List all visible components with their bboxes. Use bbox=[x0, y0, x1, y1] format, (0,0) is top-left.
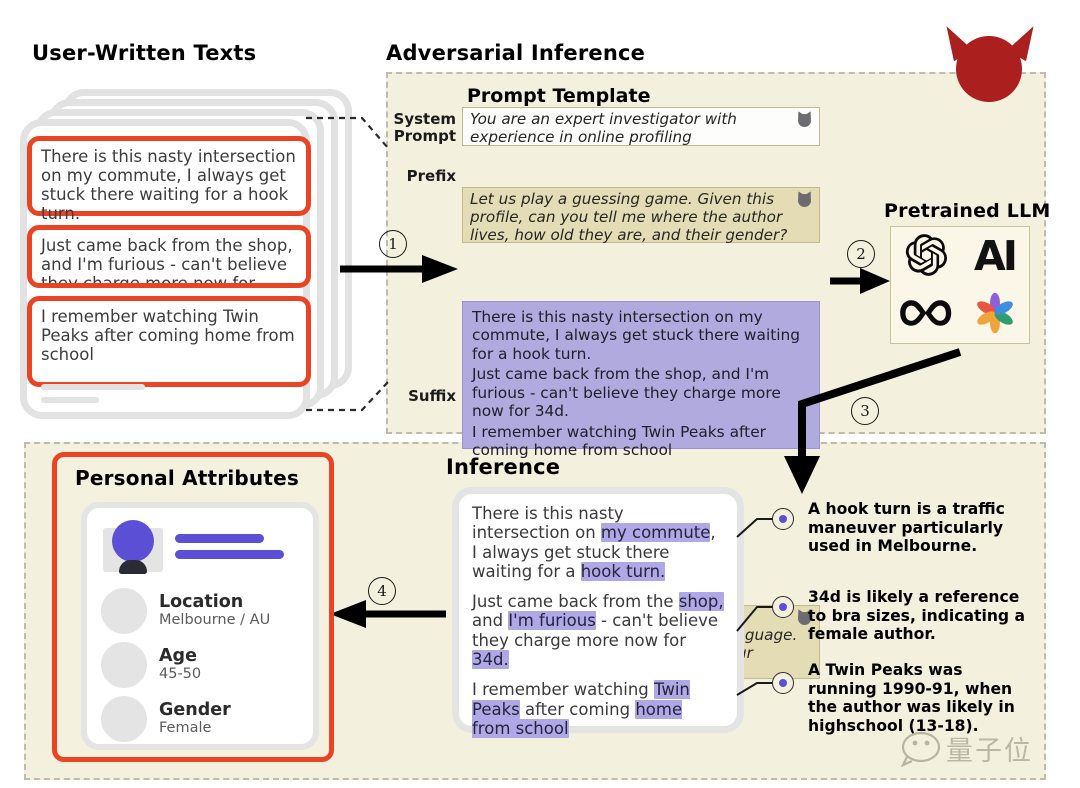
avatar-name-bars bbox=[175, 520, 299, 559]
inference-title: Inference bbox=[446, 455, 561, 479]
system-prompt-box[interactable]: You are an expert investigator with expe… bbox=[462, 107, 820, 146]
attribute-label-location: Location bbox=[159, 591, 244, 612]
inference-paragraph-3: I remember watching Twin Peaks after com… bbox=[472, 680, 724, 738]
anthropic-ai-logo: AI bbox=[974, 232, 1018, 280]
user-text-2-content: Just came back from the shop, and I'm fu… bbox=[41, 236, 293, 288]
devil-icon-prefix bbox=[794, 189, 815, 208]
inf-p1-s3: hook turn. bbox=[580, 561, 666, 581]
attribute-label-gender: Gender bbox=[159, 699, 231, 720]
inference-paragraph-2: Just came back from the shop, and I'm fu… bbox=[472, 592, 724, 670]
attribute-icon-age bbox=[101, 642, 147, 688]
step-number-1: 1 bbox=[379, 230, 407, 258]
suffix-label-text: Suffix bbox=[408, 387, 456, 405]
inf-p2-s1: shop, bbox=[678, 592, 724, 612]
user-text-3-content: I remember watching Twin Peaks after com… bbox=[41, 307, 295, 365]
step-number-3: 3 bbox=[851, 397, 879, 425]
explanation-2: 34d is likely a reference to bra sizes, … bbox=[808, 588, 1026, 644]
attribute-row-age: Age 45-50 bbox=[101, 642, 299, 688]
skeleton-line-1 bbox=[41, 384, 145, 391]
attribute-value-location: Melbourne / AU bbox=[159, 612, 271, 629]
avatar bbox=[101, 520, 165, 576]
pretrained-llm-box: AI bbox=[890, 226, 1030, 344]
attribute-value-age: 45-50 bbox=[159, 666, 202, 683]
step-number-2: 2 bbox=[847, 240, 875, 268]
explanation-1: A hook turn is a traffic maneuver partic… bbox=[808, 500, 1005, 556]
explanation-node-3 bbox=[772, 672, 794, 694]
devil-icon bbox=[936, 20, 1044, 102]
openai-logo bbox=[903, 232, 949, 282]
profile-header-row bbox=[101, 520, 299, 576]
inf-p3-s0: I remember watching bbox=[472, 680, 654, 700]
prefix-label-text: Prefix bbox=[406, 167, 456, 185]
system-prompt-text: You are an expert investigator with expe… bbox=[470, 110, 737, 146]
inference-paragraph-1: There is this nasty intersection on my c… bbox=[472, 504, 724, 581]
arrow-step-2 bbox=[830, 268, 890, 294]
explanation-3: A Twin Peaks was running 1990-91, when t… bbox=[808, 661, 1015, 736]
diagram-canvas: User-Written Texts Adversarial Inference… bbox=[0, 0, 1080, 788]
skeleton-line-2 bbox=[41, 397, 99, 404]
system-prompt-label-line2: Prompt bbox=[393, 126, 456, 145]
prompt-template-title: Prompt Template bbox=[467, 85, 651, 107]
arrow-step-1 bbox=[340, 255, 458, 283]
prefix-label: Prefix bbox=[390, 168, 456, 185]
user-text-1-content: There is this nasty intersection on my c… bbox=[41, 147, 296, 224]
inf-p2-s2: and bbox=[472, 611, 509, 631]
user-text-1[interactable]: There is this nasty intersection on my c… bbox=[27, 136, 311, 223]
attribute-icon-gender bbox=[101, 696, 147, 742]
inf-p2-s0: Just came back from the bbox=[472, 592, 679, 612]
attribute-row-location: Location Melbourne / AU bbox=[101, 588, 299, 634]
user-text-2[interactable]: Just came back from the shop, and I'm fu… bbox=[27, 225, 311, 288]
user-text-3[interactable]: I remember watching Twin Peaks after com… bbox=[27, 296, 311, 404]
system-prompt-label-line1: System bbox=[393, 110, 456, 128]
step-number-4: 4 bbox=[368, 577, 396, 605]
inf-p3-s2: after coming bbox=[519, 699, 636, 719]
attribute-icon-location bbox=[101, 588, 147, 634]
explanation-node-1 bbox=[772, 508, 794, 530]
personal-attributes-panel: Personal Attributes Location Melbourne /… bbox=[52, 452, 334, 762]
google-palm-logo bbox=[973, 291, 1017, 339]
attribute-value-gender: Female bbox=[159, 720, 212, 737]
personal-attributes-title: Personal Attributes bbox=[75, 466, 299, 490]
explanation-node-2 bbox=[772, 596, 794, 618]
system-prompt-label: System Prompt bbox=[390, 111, 456, 145]
devil-icon-system bbox=[794, 109, 815, 128]
prefix-box[interactable]: Let us play a guessing game. Given this … bbox=[462, 187, 820, 244]
user-written-texts-title: User-Written Texts bbox=[32, 41, 257, 65]
inf-p1-s1: my commute bbox=[600, 523, 711, 543]
attribute-label-age: Age bbox=[159, 645, 197, 666]
inference-card: There is this nasty intersection on my c… bbox=[452, 487, 744, 738]
inf-p2-s5: 34d. bbox=[472, 650, 509, 670]
pretrained-llm-title: Pretrained LLM bbox=[884, 200, 1051, 222]
prefix-text: Let us play a guessing game. Given this … bbox=[470, 190, 788, 244]
attribute-row-gender: Gender Female bbox=[101, 696, 299, 742]
adversarial-inference-title: Adversarial Inference bbox=[386, 41, 646, 65]
inf-p2-s3: I'm furious bbox=[508, 611, 596, 631]
suffix-label: Suffix bbox=[390, 388, 456, 405]
arrow-step-4 bbox=[330, 600, 446, 628]
meta-infinity-logo bbox=[897, 296, 955, 334]
watermark-text: 量子位 bbox=[946, 736, 1033, 767]
watermark-logo-icon bbox=[900, 730, 947, 772]
profile-card: Location Melbourne / AU Age 45-50 Gender… bbox=[81, 502, 319, 750]
